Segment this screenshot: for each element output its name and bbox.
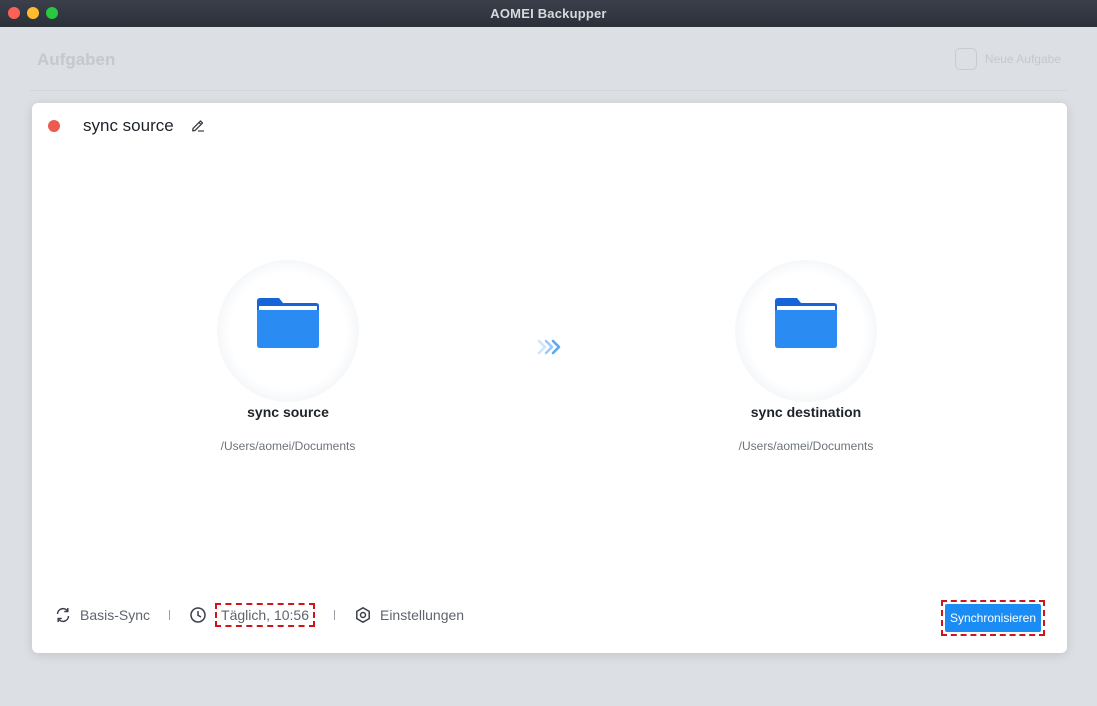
task-options-bar: Basis-Sync Täglich, 10:56 Einstellungen xyxy=(54,601,464,629)
title-bar: AOMEI Backupper xyxy=(0,0,1097,27)
new-task-button[interactable]: Neue Aufgabe xyxy=(954,48,1061,70)
status-indicator xyxy=(48,120,60,132)
gear-icon xyxy=(356,607,370,623)
task-detail-card: sync source sync source /Users/aomei/Doc… xyxy=(32,103,1067,653)
minimize-window-button[interactable] xyxy=(27,7,39,19)
sync-mode-label: Basis-Sync xyxy=(80,607,151,623)
source-path: /Users/aomei/Documents xyxy=(220,439,356,453)
direction-arrows-icon xyxy=(537,339,561,355)
sync-arrows-icon xyxy=(56,607,70,623)
sync-button-frame: Synchronisieren xyxy=(941,600,1045,636)
page-heading: Aufgaben xyxy=(37,50,116,69)
folder-icon xyxy=(257,298,319,348)
close-window-button[interactable] xyxy=(8,7,20,19)
window-title: AOMEI Backupper xyxy=(490,6,607,21)
divider xyxy=(30,90,1067,91)
new-task-label: Neue Aufgabe xyxy=(984,52,1061,66)
sync-destination-panel[interactable]: sync destination /Users/aomei/Documents xyxy=(696,260,916,453)
destination-icon-halo xyxy=(735,260,877,402)
window-controls xyxy=(8,7,58,19)
sync-source-panel[interactable]: sync source /Users/aomei/Documents xyxy=(178,260,398,453)
destination-path: /Users/aomei/Documents xyxy=(738,439,874,453)
task-title: sync source xyxy=(83,116,174,135)
synchronize-button[interactable]: Synchronisieren xyxy=(945,604,1041,632)
maximize-window-button[interactable] xyxy=(46,7,58,19)
settings-label: Einstellungen xyxy=(379,607,465,623)
source-icon-halo xyxy=(217,260,359,402)
schedule-label: Täglich, 10:56 xyxy=(215,603,315,627)
folder-icon xyxy=(775,298,837,348)
schedule-option[interactable]: Täglich, 10:56 xyxy=(189,603,315,627)
separator xyxy=(333,610,335,620)
plus-icon xyxy=(954,48,977,70)
clock-icon xyxy=(190,607,206,623)
source-name: sync source xyxy=(247,404,329,420)
pencil-icon[interactable] xyxy=(190,117,206,133)
destination-name: sync destination xyxy=(750,404,862,420)
separator xyxy=(169,610,171,620)
sync-mode-option[interactable]: Basis-Sync xyxy=(54,606,150,624)
settings-option[interactable]: Einstellungen xyxy=(354,606,464,624)
